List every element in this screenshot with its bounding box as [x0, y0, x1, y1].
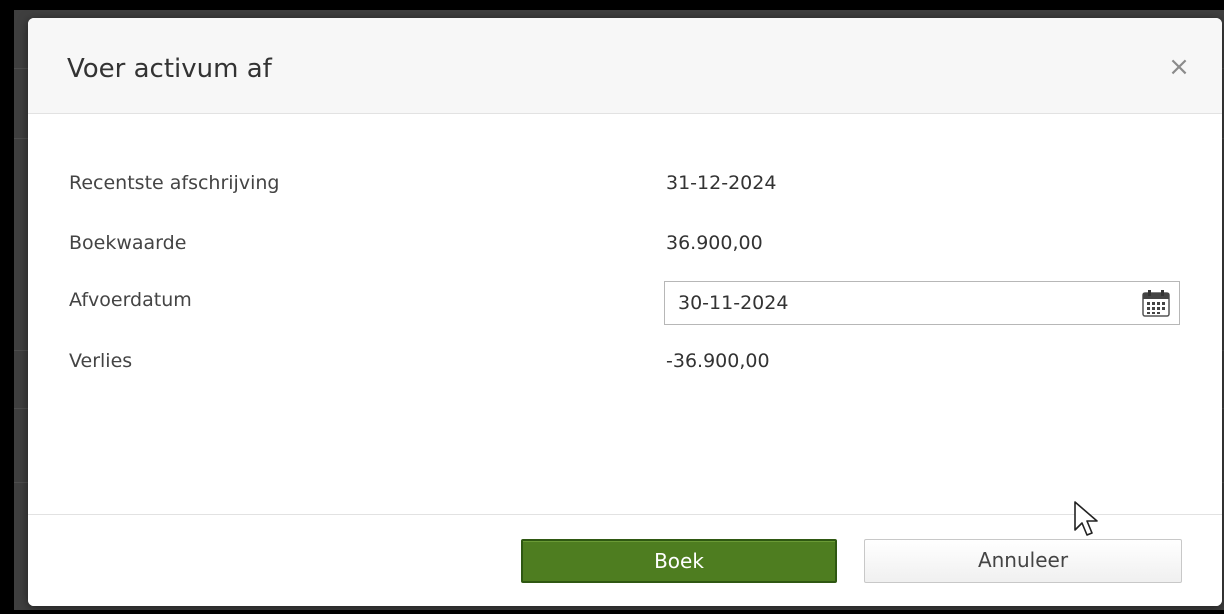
field-value: 36.900,00 — [666, 232, 763, 254]
field-label: Recentste afschrijving — [69, 172, 280, 194]
dialog-body: Recentste afschrijving 31-12-2024 Boekwa… — [28, 114, 1222, 514]
afvoerdatum-input[interactable] — [665, 282, 1138, 324]
dialog-footer: Boek Annuleer — [28, 514, 1222, 606]
close-button[interactable]: × — [1164, 52, 1194, 82]
field-value: 31-12-2024 — [666, 172, 777, 194]
field-label: Afvoerdatum — [69, 289, 192, 311]
dialog-header: Voer activum af × — [28, 18, 1222, 114]
field-value: -36.900,00 — [666, 350, 770, 372]
afvoerdatum-field — [664, 281, 1180, 325]
book-button[interactable]: Boek — [521, 539, 837, 583]
field-row-afvoerdatum: Afvoerdatum — [28, 279, 1222, 325]
field-row-boekwaarde: Boekwaarde 36.900,00 — [28, 222, 1222, 262]
field-row-verlies: Verlies -36.900,00 — [28, 340, 1222, 380]
dispose-asset-dialog: Voer activum af × Recentste afschrijving… — [28, 18, 1222, 606]
field-row-recentste-afschrijving: Recentste afschrijving 31-12-2024 — [28, 162, 1222, 202]
field-label: Boekwaarde — [69, 232, 187, 254]
close-icon: × — [1168, 52, 1190, 82]
cancel-button[interactable]: Annuleer — [864, 539, 1182, 583]
dialog-title: Voer activum af — [67, 54, 272, 84]
calendar-icon[interactable] — [1141, 288, 1171, 318]
field-label: Verlies — [69, 350, 133, 372]
mouse-cursor-icon — [1074, 501, 1098, 536]
